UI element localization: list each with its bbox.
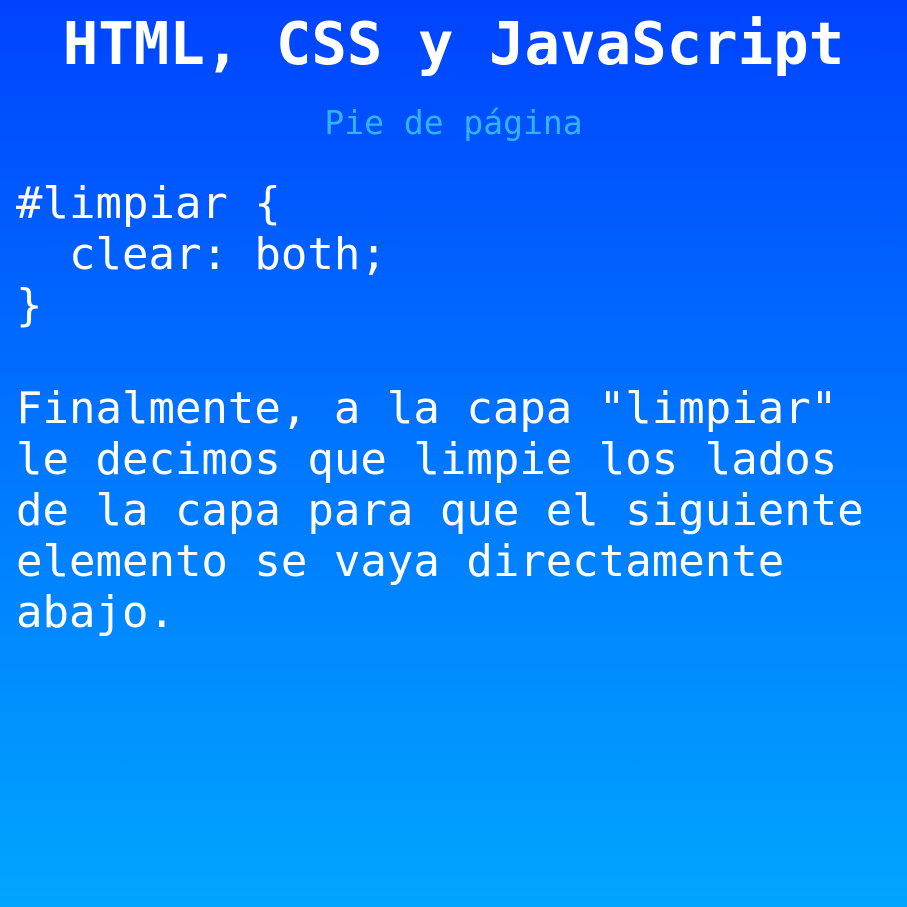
explanation-paragraph: Finalmente, a la capa "limpiar" le decim…	[16, 383, 896, 638]
code-block: #limpiar { clear: both;}	[16, 178, 387, 331]
slide: HTML, CSS y JavaScript Pie de página #li…	[0, 0, 907, 907]
code-line: #limpiar {	[16, 178, 281, 229]
paragraph-line: abajo.	[16, 587, 175, 638]
slide-subtitle: Pie de página	[324, 103, 583, 142]
paragraph-line: elemento se vaya directamente	[16, 536, 785, 587]
paragraph-line: de la capa para que el siguiente	[16, 485, 864, 536]
code-line: }	[16, 280, 43, 331]
paragraph-line: le decimos que limpie los lados	[16, 434, 838, 485]
paragraph-line: Finalmente, a la capa "limpiar"	[16, 383, 838, 434]
code-line: clear: both;	[16, 229, 387, 280]
slide-title: HTML, CSS y JavaScript	[62, 9, 845, 78]
